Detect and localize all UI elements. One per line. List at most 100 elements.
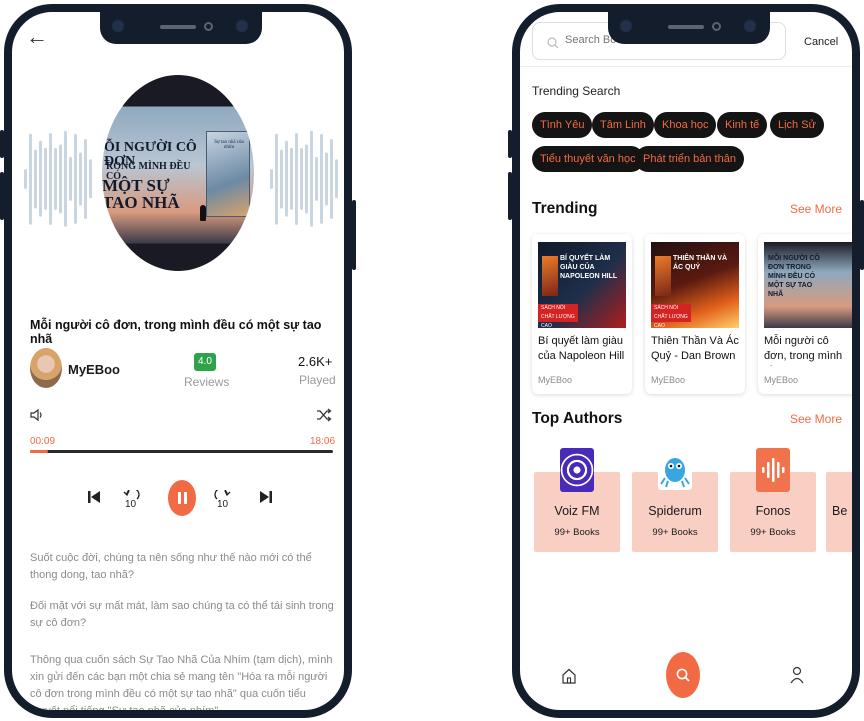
waveform-bar: [79, 152, 82, 206]
book-card[interactable]: BÍ QUYẾT LÀM GIÀU CỦA NAPOLEON HILL SÁCH…: [532, 234, 632, 394]
waveform-bar: [325, 152, 328, 206]
cover-book-image: Sự tao nhã của nhím: [206, 131, 250, 217]
played-count: 2.6K+: [298, 354, 333, 369]
next-icon: [260, 491, 272, 503]
cancel-button[interactable]: Cancel: [804, 36, 838, 48]
book-cover: BÍ QUYẾT LÀM GIÀU CỦA NAPOLEON HILL SÁCH…: [538, 242, 626, 328]
waveform-bar: [315, 157, 318, 201]
trending-see-more-link[interactable]: See More: [790, 202, 842, 216]
waveform-bar: [59, 144, 62, 214]
phone-side-button: [860, 200, 864, 270]
book-card[interactable]: THIÊN THẦN VÀ ÁC QUỶ SÁCH NÓI CHẤT LƯỢNG…: [645, 234, 745, 394]
pause-button[interactable]: [168, 480, 196, 516]
waveform-bar: [34, 149, 37, 209]
speaker-icon[interactable]: [30, 408, 44, 422]
description-paragraph: Đối mặt với sự mất mát, làm sao chúng ta…: [30, 600, 334, 629]
previous-track-button[interactable]: [86, 484, 102, 510]
waveform-bar: [295, 133, 298, 225]
book-badge: SÁCH NÓI CHẤT LƯỢNG CAO: [538, 304, 578, 328]
fonos-logo: [756, 448, 790, 492]
chip-tieu-thuyet[interactable]: Tiểu thuyết văn học: [532, 146, 644, 172]
waveform-bar: [310, 131, 313, 227]
phone-side-button: [0, 172, 4, 220]
book-title: Bí quyết làm giàu của Napoleon Hill: [538, 335, 625, 362]
chip-kinh-te[interactable]: Kinh tế: [717, 112, 768, 138]
book-title: Mỗi người cô đơn, trong mình đều có ...: [764, 335, 843, 366]
rewind-button[interactable]: 10: [120, 484, 142, 510]
book-author: MyEBoo: [651, 375, 686, 385]
reviews-label[interactable]: Reviews: [184, 375, 229, 389]
chip-tam-linh[interactable]: Tâm Linh: [592, 112, 654, 138]
divider: [520, 66, 852, 67]
top-authors-title: Top Authors: [532, 410, 623, 427]
waveform-bar: [29, 133, 32, 225]
progress-fill: [30, 450, 49, 453]
book-cover-text: MỖI NGƯỜI CÔ ĐƠN TRONG MÌNH ĐỀU CÓ MỘT S…: [768, 255, 820, 298]
waveform-bar: [330, 139, 333, 219]
authors-see-more-link[interactable]: See More: [790, 412, 842, 426]
waveform-left: [24, 104, 94, 254]
book-cover-art: ỖI NGƯỜI CÔ ĐƠN RONG MÌNH ĐỀU CÓ MỘT SỰ …: [102, 75, 254, 271]
cover-person-figure: [200, 205, 206, 221]
shuffle-icon[interactable]: [316, 408, 332, 422]
previous-icon: [88, 491, 100, 503]
rating-badge: 4.0: [194, 353, 216, 371]
waveform-bar: [320, 134, 323, 224]
search-phone: Cancel Trending Search Tình Yêu Tâm Linh…: [512, 4, 860, 718]
current-time: 00:09: [30, 436, 56, 447]
author-card-name: Be: [832, 504, 848, 518]
author-card-count: 99+ Books: [750, 527, 796, 538]
book-title: Thiên Thần Và Ác Quỷ - Dan Brown: [651, 335, 739, 362]
pause-icon: [178, 492, 187, 504]
played-label: Played: [299, 373, 336, 387]
book-cover-text: BÍ QUYẾT LÀM GIÀU CỦA NAPOLEON HILL: [560, 255, 618, 280]
chip-khoa-hoc[interactable]: Khoa học: [654, 112, 717, 138]
waveform-bar: [24, 169, 27, 189]
book-badge: SÁCH NÓI CHẤT LƯỢNG CAO: [651, 304, 691, 328]
book-author: MyEBoo: [538, 375, 573, 385]
waveform-bar: [44, 148, 47, 210]
author-name[interactable]: MyEBoo: [68, 362, 120, 377]
home-icon[interactable]: [562, 668, 576, 684]
book-cover: MỖI NGƯỜI CÔ ĐƠN TRONG MÌNH ĐỀU CÓ MỘT S…: [764, 242, 852, 328]
forward-button[interactable]: 10: [212, 484, 234, 510]
progress-bar[interactable]: [30, 450, 333, 453]
waveform-bar: [305, 144, 308, 214]
search-fab-button[interactable]: [666, 652, 700, 698]
search-icon: [676, 668, 690, 682]
author-avatar[interactable]: [30, 348, 62, 388]
cover-text-line-3: MỘT SỰ TAO NHÃ: [102, 176, 180, 212]
waveform-bar: [49, 133, 52, 225]
waveform-bar: [89, 159, 92, 199]
author-card-name: Fonos: [755, 504, 791, 518]
waveform-bar: [84, 139, 87, 219]
chip-lich-su[interactable]: Lịch Sử: [770, 112, 824, 138]
chip-tinh-yeu[interactable]: Tình Yêu: [532, 112, 593, 138]
author-card-count: 99+ Books: [554, 527, 600, 538]
voiz-fm-logo: [560, 448, 594, 492]
bottom-navigation: [520, 640, 852, 710]
waveform-bar: [335, 159, 338, 199]
search-icon: [547, 37, 559, 49]
next-track-button[interactable]: [258, 484, 274, 510]
back-arrow-icon[interactable]: ←: [26, 24, 48, 50]
waveform-bar: [64, 131, 67, 227]
rewind-seconds: 10: [125, 499, 137, 510]
description-paragraph: Suốt cuộc đời, chúng ta nên sống như thế…: [30, 552, 312, 581]
waveform-bar: [290, 148, 293, 210]
chip-phat-trien[interactable]: Phát triển bản thân: [635, 146, 744, 172]
phone-side-button: [508, 172, 512, 220]
waveform-bar: [280, 149, 283, 209]
book-card[interactable]: MỖI NGƯỜI CÔ ĐƠN TRONG MÌNH ĐỀU CÓ MỘT S…: [758, 234, 852, 394]
waveform-bar: [270, 169, 273, 189]
waveform-bar: [285, 141, 288, 217]
phone-side-button: [508, 130, 512, 158]
book-cover-text: THIÊN THẦN VÀ ÁC QUỶ: [673, 255, 728, 271]
user-icon[interactable]: [790, 666, 804, 684]
waveform-right: [270, 104, 340, 254]
trending-title: Trending: [532, 200, 598, 217]
author-card[interactable]: Be: [826, 472, 852, 552]
track-title: Mỗi người cô đơn, trong mình đều có một …: [30, 318, 322, 346]
forward-seconds: 10: [217, 499, 229, 510]
waveform-bar: [300, 148, 303, 210]
